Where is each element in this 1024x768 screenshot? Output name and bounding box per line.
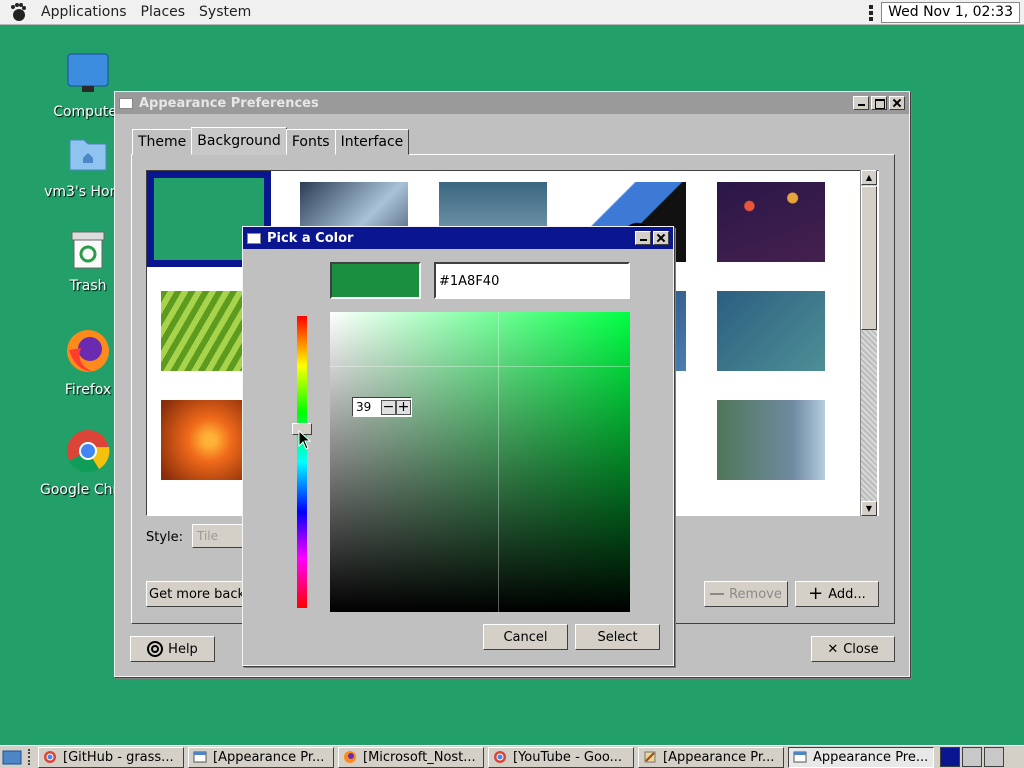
taskbar-item-microsoft[interactable]: [Microsoft_Nost...	[338, 746, 484, 768]
window-icon	[247, 232, 261, 244]
top-panel: Applications Places System Wed Nov 1, 02…	[0, 0, 1024, 25]
remove-label: Remove	[729, 586, 782, 602]
remove-button[interactable]: Remove	[704, 581, 788, 607]
cancel-button[interactable]: Cancel	[483, 624, 568, 650]
style-label: Style:	[146, 530, 184, 545]
chrome-icon	[494, 751, 506, 763]
minus-icon	[710, 593, 725, 595]
show-desktop-icon[interactable]	[2, 748, 22, 766]
taskbar-item-label: [Appearance Pr...	[663, 749, 775, 765]
close-x-icon: ✕	[827, 641, 839, 657]
taskbar-item-appearance-2[interactable]: [Appearance Pr...	[638, 746, 784, 768]
tab-interface[interactable]: Interface	[334, 129, 410, 155]
value-spinbox[interactable]: 39 − +	[352, 397, 412, 417]
firefox-icon	[67, 330, 109, 372]
window-icon	[119, 97, 133, 109]
style-select[interactable]: Tile	[192, 524, 244, 548]
dialog-close-button[interactable]	[653, 231, 669, 245]
home-folder-icon	[69, 139, 107, 171]
taskbar-item-label: [YouTube - Goo...	[513, 749, 623, 765]
workspace-3[interactable]	[984, 747, 1004, 767]
appearance-title: Appearance Preferences	[139, 95, 319, 111]
scroll-up-button[interactable]: ▲	[861, 170, 877, 185]
panel-menu-icon[interactable]	[869, 4, 874, 21]
menu-system[interactable]: System	[192, 4, 258, 20]
select-button[interactable]: Select	[575, 624, 660, 650]
firefox-icon	[344, 751, 356, 763]
taskbar-item-youtube[interactable]: [YouTube - Goo...	[488, 746, 634, 768]
close-button[interactable]: ✕ Close	[811, 636, 895, 662]
help-icon	[147, 641, 164, 657]
taskbar-item-appearance-active[interactable]: Appearance Pre...	[788, 746, 934, 768]
chrome-icon	[44, 751, 56, 763]
clock[interactable]: Wed Nov 1, 02:33	[881, 2, 1020, 23]
taskbar-item-label: Appearance Pre...	[813, 749, 929, 765]
crosshair-horizontal	[330, 366, 630, 367]
get-more-backgrounds-button[interactable]: Get more backg	[146, 581, 246, 607]
saturation-value-area[interactable]	[330, 312, 630, 612]
picker-title: Pick a Color	[267, 230, 354, 246]
taskbar-item-label: [Appearance Pr...	[213, 749, 325, 765]
minimize-button[interactable]	[635, 231, 651, 245]
tab-background[interactable]: Background	[191, 127, 287, 155]
tab-bar: Theme Background Fonts Interface	[132, 127, 410, 155]
spin-decrement-button[interactable]: −	[381, 399, 396, 415]
mouse-cursor-icon	[298, 430, 312, 450]
menu-places[interactable]: Places	[134, 4, 193, 20]
trash-icon	[71, 231, 105, 269]
window-close-button[interactable]	[889, 96, 905, 110]
close-label: Close	[843, 641, 879, 657]
picker-titlebar[interactable]: Pick a Color	[243, 227, 673, 249]
taskbar-handle[interactable]	[28, 749, 32, 765]
gnome-foot-icon[interactable]	[8, 2, 28, 22]
taskbar: [GitHub - grass... [Appearance Pr... [Mi…	[0, 745, 1024, 768]
wallpaper-scrollbar[interactable]: ▲ ▼	[860, 170, 877, 516]
taskbar-item-label: [GitHub - grass...	[63, 749, 174, 765]
help-button[interactable]: Help	[130, 636, 215, 662]
chrome-icon	[67, 430, 110, 473]
crosshair-vertical	[498, 312, 499, 612]
minimize-button[interactable]	[853, 96, 869, 110]
window-icon	[793, 751, 807, 763]
scrollbar-thumb[interactable]	[861, 186, 877, 330]
get-more-label: Get more backg	[149, 586, 246, 602]
taskbar-item-appearance-1[interactable]: [Appearance Pr...	[188, 746, 334, 768]
wallpaper-thumb[interactable]	[717, 400, 825, 480]
taskbar-item-label: [Microsoft_Nost...	[363, 749, 476, 765]
spin-increment-button[interactable]: +	[396, 399, 411, 415]
maximize-button[interactable]	[871, 96, 887, 110]
scroll-down-button[interactable]: ▼	[861, 501, 877, 516]
help-label: Help	[168, 641, 198, 657]
tab-fonts[interactable]: Fonts	[285, 129, 336, 155]
select-label: Select	[597, 629, 638, 645]
taskbar-item-github[interactable]: [GitHub - grass...	[38, 746, 184, 768]
plus-icon: +	[808, 583, 824, 604]
hex-color-input[interactable]: #1A8F40	[434, 262, 630, 299]
color-swatch	[330, 262, 421, 299]
computer-icon	[67, 53, 109, 92]
workspace-1[interactable]	[940, 747, 960, 767]
spin-value: 39	[356, 400, 372, 414]
paint-icon	[644, 751, 656, 763]
cancel-label: Cancel	[503, 629, 548, 645]
window-icon	[193, 751, 207, 763]
appearance-titlebar[interactable]: Appearance Preferences	[115, 92, 909, 114]
workspace-2[interactable]	[962, 747, 982, 767]
add-label: Add...	[828, 586, 866, 602]
menu-applications[interactable]: Applications	[34, 4, 134, 20]
tab-theme[interactable]: Theme	[132, 129, 193, 155]
wallpaper-thumb[interactable]	[717, 291, 825, 371]
wallpaper-thumb[interactable]	[717, 182, 825, 262]
add-button[interactable]: + Add...	[795, 581, 879, 607]
hue-slider[interactable]	[297, 316, 307, 608]
